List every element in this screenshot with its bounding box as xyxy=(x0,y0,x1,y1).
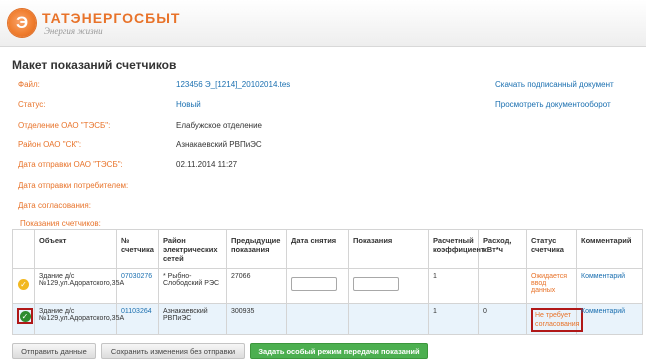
status-value[interactable]: Новый xyxy=(176,100,201,109)
header-status: Статус счетчика xyxy=(526,229,577,269)
header-object: Объект xyxy=(34,229,117,269)
table-row: ✓ Здание д/с №129,ул.Адоратского,35А 070… xyxy=(12,268,643,304)
check-green-icon: ✓ xyxy=(19,310,31,322)
company-logo-icon: Э xyxy=(8,9,36,37)
special-mode-button[interactable]: Задать особый режим передачи показаний xyxy=(250,343,428,359)
send-data-button[interactable]: Отправить данные xyxy=(12,343,96,359)
branch-label: Отделение ОАО "ТЭСБ": xyxy=(18,121,111,130)
header-district: Район электрических сетей xyxy=(158,229,227,269)
cell-status: Ожидается ввод данных xyxy=(526,268,577,304)
cell-district: * Рыбно-Слободский РЭС xyxy=(158,268,227,304)
status-label: Статус: xyxy=(18,100,46,109)
cell-reading xyxy=(348,303,429,335)
cell-prev: 27066 xyxy=(226,268,287,304)
file-link[interactable]: 123456 Э_[1214]_20102014.tes xyxy=(176,80,290,89)
app-header: Э ТАТЭНЕРГОСБЫТ Энергия жизни xyxy=(0,0,646,47)
cell-district: Азнакаевский РВПиЭС xyxy=(158,303,227,335)
row-status-icon-cell: ✓ xyxy=(12,303,35,335)
table-header-row: Объект № счетчика Район электрических се… xyxy=(12,229,643,269)
comment-link[interactable]: Комментарий xyxy=(576,303,643,335)
view-workflow-link[interactable]: Просмотреть документооборот xyxy=(495,100,611,109)
page-title: Макет показаний счетчиков xyxy=(12,58,177,72)
sent-date-value: 02.11.2014 11:27 xyxy=(176,160,238,169)
sent-date-label: Дата отправки ОАО "ТЭСБ": xyxy=(18,160,123,169)
header-number: № счетчика xyxy=(116,229,159,269)
header-coef: Расчетный коэффициент xyxy=(428,229,485,269)
district-value: Азнакаевский РВПиЭС xyxy=(176,140,262,149)
agreed-date-label: Дата согласования: xyxy=(18,201,91,210)
cell-date xyxy=(286,268,349,304)
row-status-icon-cell: ✓ xyxy=(12,268,35,304)
branch-value: Елабужское отделение xyxy=(176,121,262,130)
header-icon-col xyxy=(12,229,35,269)
header-comment: Комментарий xyxy=(576,229,643,269)
check-yellow-icon: ✓ xyxy=(18,279,29,290)
cell-date xyxy=(286,303,349,335)
header-reading: Показания xyxy=(348,229,429,269)
table-row: ✓ Здание д/с №129,ул.Адоратского,35А 011… xyxy=(12,303,643,335)
header-consumption: Расход, кВт*ч xyxy=(478,229,527,269)
cell-object: Здание д/с №129,ул.Адоратского,35А xyxy=(34,268,124,304)
file-label: Файл: xyxy=(18,80,40,89)
date-input[interactable] xyxy=(291,277,337,291)
status-badge: Не требует согласования xyxy=(531,308,584,332)
meter-readings-table: Объект № счетчика Район электрических се… xyxy=(12,229,643,335)
save-without-send-button[interactable]: Сохранить изменения без отправки xyxy=(101,343,245,359)
cell-consumption: 0 xyxy=(478,303,527,335)
reading-input[interactable] xyxy=(353,277,399,291)
row-selected-highlight: ✓ xyxy=(17,308,33,324)
cell-reading xyxy=(348,268,429,304)
download-document-link[interactable]: Скачать подписанный документ xyxy=(495,80,614,89)
cell-prev: 300935 xyxy=(226,303,287,335)
consumer-sent-label: Дата отправки потребителем: xyxy=(18,181,129,190)
cell-consumption xyxy=(478,268,527,304)
readings-section-label: Показания счетчиков: xyxy=(20,219,101,228)
cell-coef: 1 xyxy=(428,268,479,304)
cell-object: Здание д/с №129,ул.Адоратского,35А xyxy=(34,303,124,335)
header-date: Дата снятия xyxy=(286,229,349,269)
company-name: ТАТЭНЕРГОСБЫТ xyxy=(42,10,181,26)
district-label: Район ОАО "СК": xyxy=(18,140,82,149)
header-prev: Предыдущие показания xyxy=(226,229,287,269)
comment-link[interactable]: Комментарий xyxy=(576,268,643,304)
cell-coef: 1 xyxy=(428,303,479,335)
cell-status: Не требует согласования xyxy=(526,303,584,335)
company-slogan: Энергия жизни xyxy=(44,26,103,36)
